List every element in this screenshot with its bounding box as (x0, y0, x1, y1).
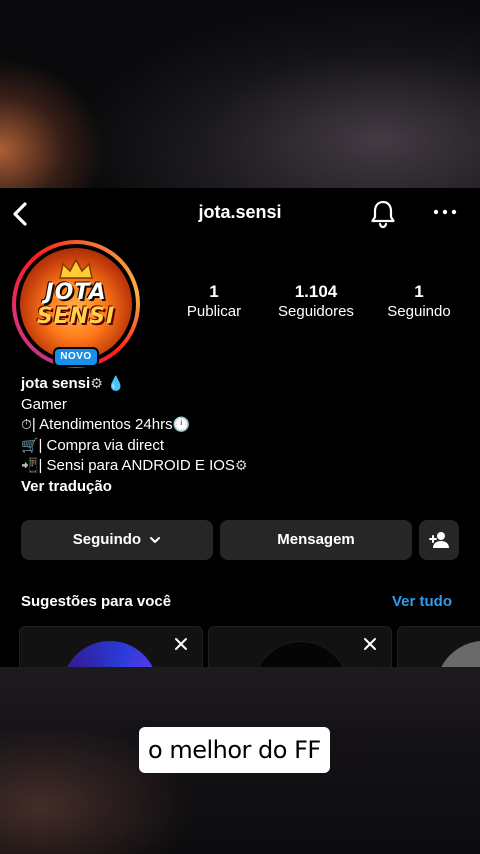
suggestion-avatar (62, 641, 158, 667)
following-count[interactable]: 1 Seguindo (378, 282, 460, 322)
see-translation-link[interactable]: Ver tradução (21, 477, 461, 498)
close-icon[interactable] (174, 637, 188, 651)
bio-line-direct: | Compra via direct (38, 436, 165, 454)
profile-bio: jota sensi⚙ 💧 Gamer ⏱| Atendimentos 24hr… (21, 374, 461, 497)
stopwatch-icon: ⏱ (21, 417, 32, 433)
message-button[interactable]: Mensagem (220, 520, 412, 560)
more-options-button[interactable] (430, 200, 460, 224)
followers-count[interactable]: 1.104 Seguidores (266, 282, 366, 322)
following-count-label: Seguindo (387, 303, 451, 320)
avatar-logo-image: JOTA SENSI (20, 248, 132, 360)
following-button-label: Seguindo (72, 531, 142, 548)
logo-text-line2: SENSI (36, 304, 116, 329)
more-horizontal-icon (433, 209, 457, 215)
posts-count[interactable]: 1 Publicar (174, 282, 254, 322)
add-user-icon (429, 532, 449, 548)
mobile-phone-icon: 📲 (21, 458, 39, 474)
profile-username-title: jota.sensi (198, 202, 282, 222)
crown-icon (59, 258, 93, 279)
suggestion-avatar (436, 641, 480, 667)
blood-drop-icon: 💧 (106, 376, 125, 392)
clock-24-icon: 🕛 (172, 417, 191, 433)
new-badge: NOVO (53, 347, 99, 367)
followers-count-label: Seguidores (278, 303, 354, 320)
video-background-top (0, 0, 480, 188)
bio-line-sensi: | Sensi para ANDROID E IOS (38, 457, 235, 474)
suggestion-card[interactable] (208, 626, 392, 667)
posts-count-label: Publicar (186, 303, 242, 320)
cart-icon: 🛒 (21, 437, 39, 454)
gear-icon: ⚙ (234, 458, 248, 474)
video-caption: o melhor do FF (139, 727, 330, 773)
profile-display-name: jota sensi (21, 375, 91, 392)
profile-category: Gamer (21, 395, 67, 413)
close-icon[interactable] (363, 637, 377, 651)
bell-icon (371, 200, 395, 229)
suggestion-card[interactable] (19, 626, 203, 667)
bio-line-hours: | Atendimentos 24hrs (31, 416, 173, 433)
suggestion-card[interactable] (397, 626, 480, 667)
suggestion-avatar (253, 641, 349, 667)
posts-count-value: 1 (209, 282, 219, 301)
logo-text-line1: JOTA (45, 280, 107, 305)
gear-icon: ⚙ (90, 376, 103, 392)
add-user-button[interactable] (419, 520, 459, 560)
following-button[interactable]: Seguindo (21, 520, 213, 560)
following-count-value: 1 (414, 282, 424, 301)
followers-count-value: 1.104 (294, 282, 338, 301)
chevron-down-icon (150, 537, 161, 544)
see-all-link[interactable]: Ver tudo (392, 593, 452, 610)
suggestions-title: Sugestões para você (21, 593, 172, 610)
instagram-profile-screen: jota.sensi JOTA SENSI NOVO 1 Publicar 1.… (0, 188, 480, 667)
notifications-button[interactable] (368, 198, 398, 230)
